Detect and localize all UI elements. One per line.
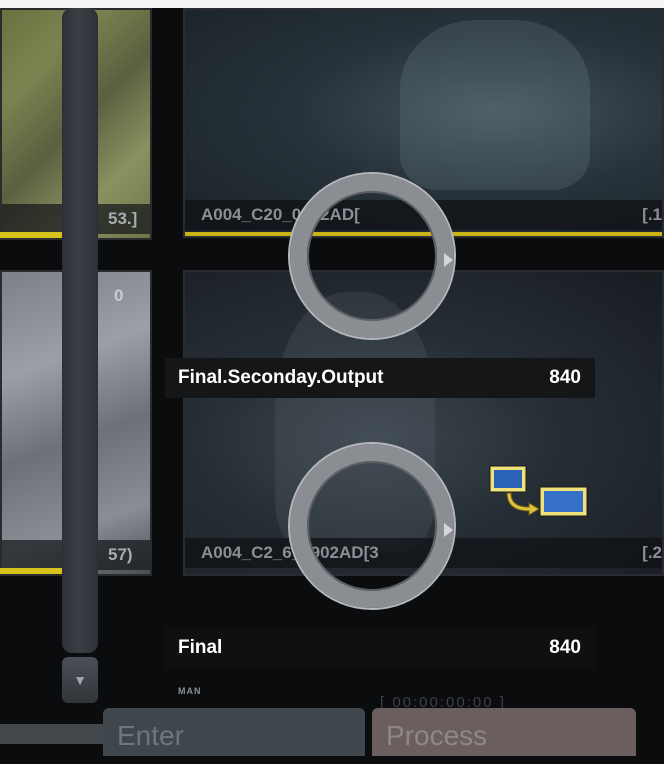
selection-bar bbox=[0, 232, 62, 238]
transfer-icon[interactable] bbox=[489, 465, 589, 517]
selection-bar bbox=[0, 568, 62, 574]
left-thumb-label: 53.] bbox=[108, 209, 138, 228]
play-arrow-icon bbox=[444, 523, 453, 537]
clip-image-figure bbox=[400, 20, 590, 190]
top-strip bbox=[0, 0, 664, 8]
left-thumb-label: 57) bbox=[108, 545, 133, 564]
man-label: MAN bbox=[178, 686, 202, 696]
scroll-down-icon: ▼ bbox=[73, 672, 87, 688]
progress-ring-icon bbox=[290, 444, 454, 608]
progress-ring-icon bbox=[290, 174, 454, 338]
output-value: 840 bbox=[549, 367, 581, 388]
clip-count: [.1 bbox=[642, 205, 662, 224]
output-name: Final bbox=[178, 637, 223, 658]
clip-count: [.2 bbox=[642, 543, 662, 562]
enter-button[interactable]: Enter bbox=[103, 708, 365, 756]
left-thumb-value: 0 bbox=[114, 286, 124, 305]
output-name: Final.Seconday.Output bbox=[178, 367, 384, 388]
scroll-down-button[interactable]: ▼ bbox=[62, 657, 98, 703]
bottom-bar bbox=[0, 724, 104, 744]
process-button[interactable]: Process bbox=[372, 708, 636, 756]
scrollbar-track[interactable] bbox=[62, 8, 98, 653]
output-value: 840 bbox=[549, 637, 581, 658]
play-arrow-icon bbox=[444, 253, 453, 267]
output-row-final-secondary[interactable]: Final.Seconday.Output 840 bbox=[165, 358, 595, 398]
output-row-final[interactable]: Final 840 bbox=[165, 628, 595, 668]
